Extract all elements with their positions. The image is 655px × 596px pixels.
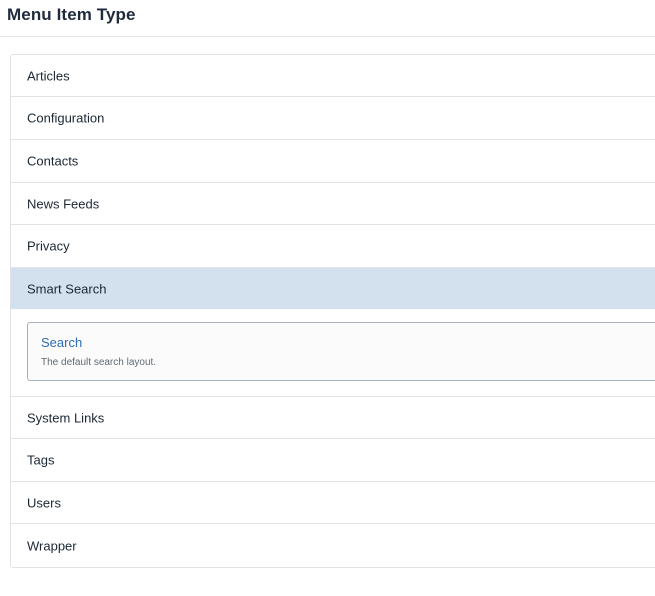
menu-item-type-accordion: Articles Configuration Contacts News Fee… bbox=[10, 54, 655, 568]
option-description: The default search layout. bbox=[41, 357, 157, 368]
modal-title: Menu Item Type bbox=[7, 5, 136, 24]
accordion-item-contacts[interactable]: Contacts bbox=[11, 140, 655, 183]
accordion-item-tags[interactable]: Tags bbox=[11, 439, 655, 482]
accordion-item-label: Wrapper bbox=[27, 538, 77, 553]
accordion-item-label: News Feeds bbox=[27, 196, 100, 211]
accordion-item-news-feeds[interactable]: News Feeds bbox=[11, 183, 655, 225]
modal-header: Menu Item Type bbox=[0, 0, 655, 37]
menu-type-option-search[interactable]: Search The default search layout. bbox=[27, 322, 655, 381]
accordion-item-label: Contacts bbox=[27, 153, 79, 169]
option-title-link[interactable]: Search bbox=[41, 335, 82, 350]
accordion-item-privacy[interactable]: Privacy bbox=[11, 225, 655, 268]
accordion-item-configuration[interactable]: Configuration bbox=[11, 97, 655, 140]
accordion-item-users[interactable]: Users bbox=[11, 482, 655, 524]
accordion-item-smart-search[interactable]: Smart Search bbox=[11, 268, 655, 309]
accordion-item-label: Tags bbox=[27, 452, 55, 468]
accordion-item-label: Users bbox=[27, 495, 61, 510]
accordion-item-label: Configuration bbox=[27, 110, 105, 126]
accordion-item-label: Articles bbox=[27, 68, 70, 83]
accordion-item-articles[interactable]: Articles bbox=[11, 55, 655, 97]
accordion-item-label: Smart Search bbox=[27, 281, 107, 296]
accordion-item-label: Privacy bbox=[27, 238, 70, 254]
accordion-item-label: System Links bbox=[27, 410, 105, 425]
accordion-item-system-links[interactable]: System Links bbox=[11, 397, 655, 439]
accordion-panel-smart-search: Search The default search layout. bbox=[11, 309, 655, 397]
accordion-item-wrapper[interactable]: Wrapper bbox=[11, 524, 655, 567]
